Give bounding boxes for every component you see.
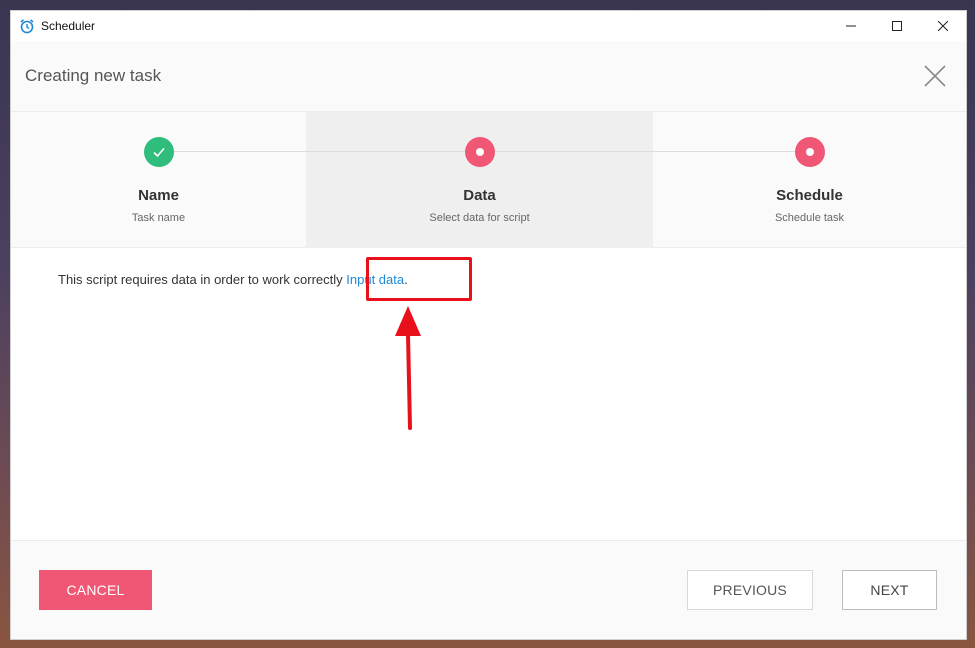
dot-icon [794, 137, 825, 167]
step-title: Data [463, 187, 496, 204]
annotation-arrow-icon [395, 306, 421, 430]
step-title: Name [138, 187, 179, 204]
app-title: Scheduler [41, 19, 96, 33]
scheduler-window: Scheduler Creating new task Name Task na… [10, 10, 967, 640]
previous-button[interactable]: PREVIOUS [687, 570, 813, 610]
minimize-button[interactable] [828, 11, 874, 41]
step-subtitle: Task name [131, 212, 186, 224]
cancel-button[interactable]: CANCEL [39, 570, 152, 610]
close-dialog-button[interactable] [924, 65, 946, 87]
step-title: Schedule [776, 187, 843, 204]
minimize-icon [846, 25, 856, 27]
step-subtitle: Schedule task [774, 212, 845, 224]
dialog-footer: CANCEL PREVIOUS NEXT [11, 540, 966, 639]
step-connector [479, 151, 810, 152]
step-data[interactable]: Data Select data for script [306, 112, 653, 248]
step-content: This script requires data in order to wo… [11, 248, 966, 540]
wizard-stepper: Name Task name Data Select data for scri… [11, 111, 966, 248]
data-required-message: This script requires data in order to wo… [58, 272, 408, 287]
maximize-button[interactable] [874, 11, 920, 41]
message-text: This script requires data in order to wo… [58, 272, 343, 287]
page-title: Creating new task [25, 66, 162, 85]
close-icon [938, 21, 948, 31]
step-schedule[interactable]: Schedule Schedule task [653, 112, 966, 248]
annotation-highlight-box [366, 257, 472, 301]
next-button[interactable]: NEXT [842, 570, 937, 610]
close-icon [924, 65, 946, 87]
alarm-clock-icon [19, 18, 35, 34]
step-connector [158, 151, 479, 152]
dialog-header: Creating new task [11, 41, 966, 111]
close-window-button[interactable] [920, 11, 966, 41]
title-bar: Scheduler [11, 11, 966, 41]
window-controls [828, 11, 966, 41]
step-subtitle: Select data for script [429, 212, 530, 224]
checkmark-icon [143, 137, 174, 167]
maximize-icon [892, 21, 902, 31]
step-name[interactable]: Name Task name [11, 112, 306, 248]
dot-icon [464, 137, 495, 167]
